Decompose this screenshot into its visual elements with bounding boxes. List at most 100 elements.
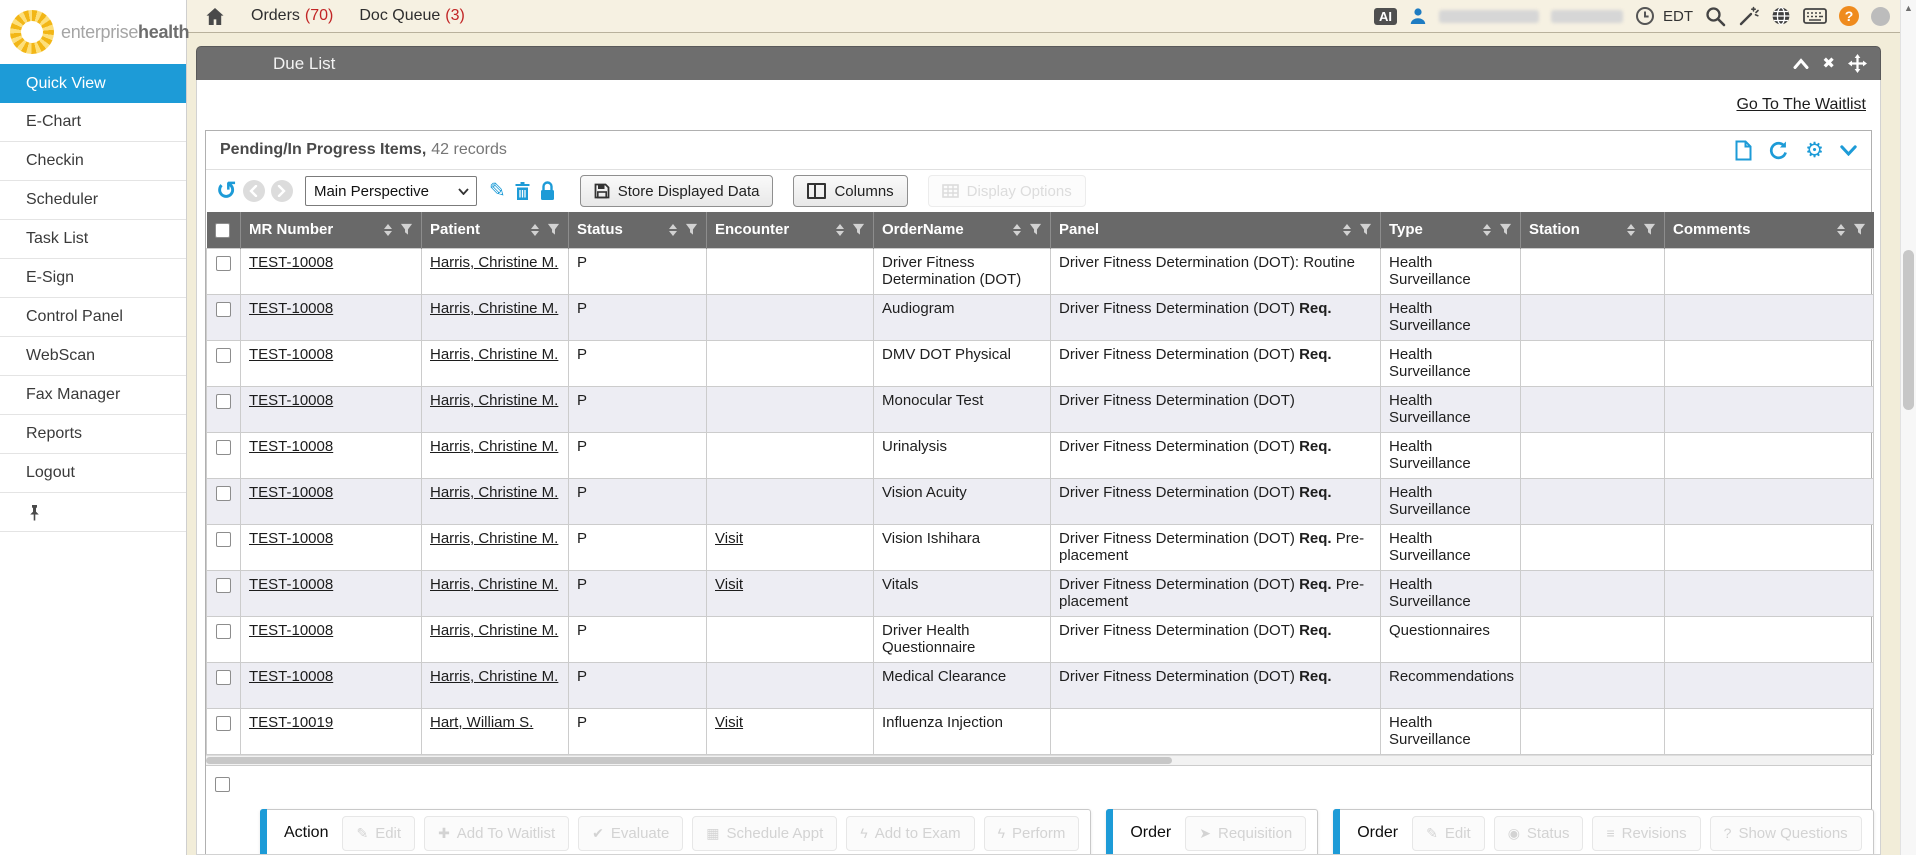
column-header-patient[interactable]: Patient [422,212,569,248]
scrollbar-thumb[interactable] [1903,250,1914,410]
home-icon[interactable] [205,7,225,26]
row-checkbox[interactable] [216,394,231,409]
search-icon[interactable] [1705,6,1726,27]
patient-link[interactable]: Harris, Christine M. [430,300,558,317]
mr-number-link[interactable]: TEST-10019 [249,714,333,731]
columns-button[interactable]: Columns [793,175,907,207]
patient-link[interactable]: Harris, Christine M. [430,622,558,639]
row-checkbox[interactable] [216,624,231,639]
column-header-comments[interactable]: Comments [1665,212,1874,248]
patient-link[interactable]: Harris, Christine M. [430,530,558,547]
refresh-icon[interactable] [1768,140,1789,161]
chevron-down-icon[interactable] [1840,145,1857,156]
nav-item-doc-queue[interactable]: Doc Queue(3) [359,7,465,25]
mr-number-link[interactable]: TEST-10008 [249,484,333,501]
row-checkbox[interactable] [216,256,231,271]
delete-perspective-icon[interactable] [514,181,531,201]
sort-icon[interactable] [1343,224,1351,236]
nav-item-orders[interactable]: Orders(70) [251,7,333,25]
move-icon[interactable] [1848,54,1867,73]
mr-number-link[interactable]: TEST-10008 [249,254,333,271]
new-document-icon[interactable] [1735,140,1752,161]
forward-icon[interactable] [271,180,293,202]
help-icon[interactable]: ? [1839,6,1859,26]
mr-number-link[interactable]: TEST-10008 [249,392,333,409]
mr-number-link[interactable]: TEST-10008 [249,438,333,455]
patient-link[interactable]: Harris, Christine M. [430,346,558,363]
patient-link[interactable]: Harris, Christine M. [430,438,558,455]
patient-link[interactable]: Harris, Christine M. [430,254,558,271]
row-checkbox[interactable] [216,302,231,317]
sidebar-item-checkin[interactable]: Checkin [0,142,186,181]
row-checkbox[interactable] [216,532,231,547]
column-header-panel[interactable]: Panel [1051,212,1381,248]
mr-number-link[interactable]: TEST-10008 [249,346,333,363]
close-icon[interactable]: ✖ [1822,56,1835,71]
back-icon[interactable] [243,180,265,202]
patient-link[interactable]: Harris, Christine M. [430,484,558,501]
globe-icon[interactable] [1771,6,1791,26]
patient-link[interactable]: Harris, Christine M. [430,668,558,685]
ai-badge[interactable]: AI [1374,8,1397,25]
filter-icon[interactable] [400,223,413,236]
sort-icon[interactable] [1483,224,1491,236]
sort-icon[interactable] [1627,224,1635,236]
sidebar-item-e-sign[interactable]: E-Sign [0,259,186,298]
scroll-up-arrow[interactable]: ▲ [1901,0,1916,16]
sort-icon[interactable] [836,224,844,236]
row-checkbox[interactable] [216,348,231,363]
filter-icon[interactable] [1853,223,1866,236]
sort-icon[interactable] [1013,224,1021,236]
mr-number-link[interactable]: TEST-10008 [249,668,333,685]
row-checkbox[interactable] [216,486,231,501]
row-checkbox[interactable] [216,716,231,731]
sort-icon[interactable] [531,224,539,236]
column-header-ordername[interactable]: OrderName [874,212,1051,248]
mr-number-link[interactable]: TEST-10008 [249,622,333,639]
column-header-station[interactable]: Station [1521,212,1665,248]
hscroll-thumb[interactable] [206,757,1172,764]
filter-icon[interactable] [1643,223,1656,236]
column-header-encounter[interactable]: Encounter [707,212,874,248]
row-checkbox[interactable] [216,578,231,593]
column-header-type[interactable]: Type [1381,212,1521,248]
sidebar-item-reports[interactable]: Reports [0,415,186,454]
filter-icon[interactable] [1359,223,1372,236]
row-checkbox[interactable] [216,440,231,455]
wand-icon[interactable] [1738,6,1759,27]
vertical-scrollbar[interactable]: ▲ [1900,0,1916,855]
keyboard-icon[interactable] [1803,8,1827,24]
row-checkbox[interactable] [216,670,231,685]
select-all-footer-checkbox[interactable] [215,777,230,792]
sidebar-item-logout[interactable]: Logout [0,454,186,493]
sidebar-item-scheduler[interactable]: Scheduler [0,181,186,220]
go-to-waitlist-link[interactable]: Go To The Waitlist [1736,96,1866,114]
avatar[interactable] [1871,7,1890,26]
collapse-icon[interactable] [1793,58,1809,69]
filter-icon[interactable] [1499,223,1512,236]
filter-icon[interactable] [547,223,560,236]
edit-perspective-icon[interactable]: ✎ [489,181,506,201]
mr-number-link[interactable]: TEST-10008 [249,530,333,547]
sidebar-pin[interactable] [0,493,186,532]
lock-icon[interactable] [539,181,556,201]
encounter-link[interactable]: Visit [715,576,743,593]
gear-icon[interactable]: ⚙ [1805,140,1824,161]
encounter-link[interactable]: Visit [715,714,743,731]
perspective-select[interactable]: Main Perspective [306,177,476,205]
sidebar-item-fax-manager[interactable]: Fax Manager [0,376,186,415]
sidebar-item-control-panel[interactable]: Control Panel [0,298,186,337]
patient-link[interactable]: Hart, William S. [430,714,533,731]
patient-link[interactable]: Harris, Christine M. [430,576,558,593]
undo-icon[interactable]: ↺ [216,179,237,204]
encounter-link[interactable]: Visit [715,530,743,547]
sidebar-item-e-chart[interactable]: E-Chart [0,103,186,142]
store-displayed-data-button[interactable]: Store Displayed Data [580,175,774,207]
column-header-status[interactable]: Status [569,212,707,248]
mr-number-link[interactable]: TEST-10008 [249,300,333,317]
patient-link[interactable]: Harris, Christine M. [430,392,558,409]
sidebar-item-quick-view[interactable]: Quick View [0,64,186,103]
filter-icon[interactable] [1029,223,1042,236]
sidebar-item-task-list[interactable]: Task List [0,220,186,259]
sidebar-item-webscan[interactable]: WebScan [0,337,186,376]
